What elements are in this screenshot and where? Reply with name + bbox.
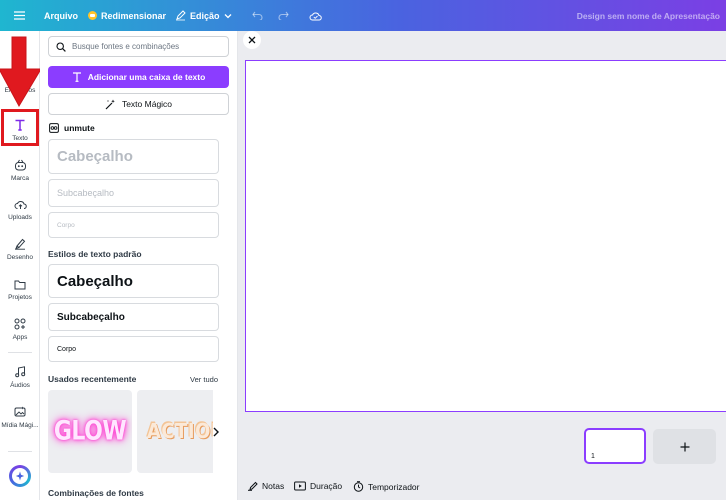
magic-assistant-button[interactable]	[9, 465, 31, 487]
add-textbox-button[interactable]: Adicionar uma caixa de texto	[48, 66, 229, 88]
redo-icon	[278, 11, 289, 20]
notes-label: Notas	[262, 481, 285, 491]
rail-item-projects[interactable]: Projetos	[0, 277, 40, 301]
rail-item-brand[interactable]: Marca	[0, 158, 40, 182]
recent-font-glow-text: GLOW	[53, 416, 127, 447]
pencil-icon	[176, 10, 186, 21]
duration-label: Duração	[310, 481, 343, 491]
file-menu-label: Arquivo	[44, 10, 79, 21]
brand-heading-style[interactable]: Cabeçalho	[48, 139, 219, 174]
default-subheading-text: Subcabeçalho	[57, 311, 125, 323]
rail-item-label: Uploads	[8, 214, 32, 221]
add-page-button[interactable]	[653, 429, 716, 464]
font-combos-title: Combinações de fontes	[48, 488, 144, 498]
design-canvas[interactable]	[245, 60, 726, 412]
close-icon	[248, 36, 256, 44]
magic-media-icon	[13, 405, 27, 419]
font-search-input[interactable]	[72, 42, 222, 51]
edit-mode-label: Edição	[190, 10, 220, 21]
default-body-style[interactable]: Corpo	[48, 336, 219, 362]
close-panel-button[interactable]	[243, 31, 261, 49]
rail-item-label: Marca	[10, 175, 30, 182]
folder-icon	[13, 277, 27, 291]
magic-text-label: Texto Mágico	[121, 99, 173, 109]
undo-icon	[252, 11, 263, 20]
cloud-check-icon	[309, 12, 322, 20]
pen-icon	[13, 237, 27, 251]
music-icon	[13, 365, 27, 379]
recent-font-action-text: ACTION	[147, 419, 213, 444]
redo-button[interactable]	[278, 0, 289, 31]
rail-divider	[8, 451, 32, 452]
default-subheading-style[interactable]: Subcabeçalho	[48, 303, 219, 331]
rail-item-apps[interactable]: Apps	[0, 317, 40, 341]
hamburger-icon	[14, 11, 25, 20]
rail-item-label: Apps	[12, 334, 28, 341]
bottom-bar: Notas Duração Temporizador	[238, 472, 726, 500]
cloud-save-button[interactable]	[309, 0, 322, 31]
text-highlight-box	[1, 109, 39, 146]
timer-icon	[353, 481, 364, 492]
default-body-text: Corpo	[57, 345, 77, 353]
sparkle-icon	[15, 471, 25, 481]
notes-button[interactable]: Notas	[247, 481, 284, 491]
brand-body-text: Corpo	[57, 221, 75, 229]
text-t-icon	[72, 72, 81, 82]
cloud-upload-icon	[13, 197, 27, 211]
recent-font-glow[interactable]: GLOW	[48, 390, 132, 473]
brand-kit-icon	[49, 123, 59, 133]
rail-item-label: Mídia Mági...	[1, 422, 39, 429]
undo-button[interactable]	[252, 0, 263, 31]
edit-mode-button[interactable]: Edição	[175, 0, 232, 31]
rail-item-label: Áudios	[10, 382, 30, 389]
design-title[interactable]: Design sem nome de Apresentação	[577, 0, 720, 31]
file-menu-button[interactable]: Arquivo	[44, 0, 78, 31]
top-bar: Arquivo Redimensionar Edição Design sem …	[0, 0, 726, 31]
brand-icon	[13, 158, 27, 172]
rail-item-draw[interactable]: Desenho	[0, 237, 40, 261]
notes-pencil-icon	[248, 481, 258, 491]
timer-label: Temporizador	[368, 481, 420, 492]
rail-item-label: Projetos	[8, 294, 32, 301]
recent-font-action[interactable]: ACTION	[137, 390, 213, 473]
default-heading-style[interactable]: Cabeçalho	[48, 264, 219, 298]
duration-button[interactable]: Duração	[294, 481, 342, 491]
rail-item-uploads[interactable]: Uploads	[0, 197, 40, 221]
magic-wand-icon	[105, 99, 115, 109]
resize-button[interactable]: Redimensionar	[88, 0, 166, 31]
magic-text-button[interactable]: Texto Mágico	[48, 93, 229, 115]
text-panel: Adicionar uma caixa de texto Texto Mágic…	[40, 31, 275, 500]
recent-title: Usados recentemente	[48, 374, 137, 384]
page-number: 1	[591, 453, 595, 460]
rail-divider	[8, 352, 32, 353]
brand-subheading-text: Subcabeçalho	[57, 188, 115, 198]
rail-item-label: Desenho	[6, 254, 34, 261]
timer-button[interactable]: Temporizador	[353, 481, 420, 492]
resize-label: Redimensionar	[101, 10, 167, 21]
add-textbox-label: Adicionar uma caixa de texto	[87, 72, 206, 82]
plus-icon	[680, 442, 689, 451]
default-heading-text: Cabeçalho	[57, 272, 133, 290]
apps-icon	[13, 317, 27, 331]
brand-subheading-style[interactable]: Subcabeçalho	[48, 179, 219, 207]
brand-name: unmute	[64, 123, 95, 133]
search-icon	[56, 41, 66, 52]
chevron-right-icon[interactable]	[212, 427, 220, 437]
main-menu-button[interactable]	[14, 0, 25, 31]
see-all-link[interactable]: Ver tudo	[190, 375, 218, 384]
brand-heading-text: Cabeçalho	[57, 148, 133, 165]
font-search-box[interactable]	[48, 36, 229, 57]
rail-item-magic-media[interactable]: Mídia Mági...	[0, 405, 40, 429]
brand-kit-header: unmute	[49, 122, 95, 134]
duration-icon	[294, 481, 306, 491]
crown-icon	[88, 11, 97, 20]
default-styles-title: Estilos de texto padrão	[48, 249, 142, 259]
chevron-down-icon	[224, 13, 231, 18]
red-arrow-annotation	[0, 36, 42, 108]
page-thumbnail-1[interactable]: 1	[584, 428, 646, 464]
brand-body-style[interactable]: Corpo	[48, 212, 219, 238]
rail-item-audio[interactable]: Áudios	[0, 365, 40, 389]
